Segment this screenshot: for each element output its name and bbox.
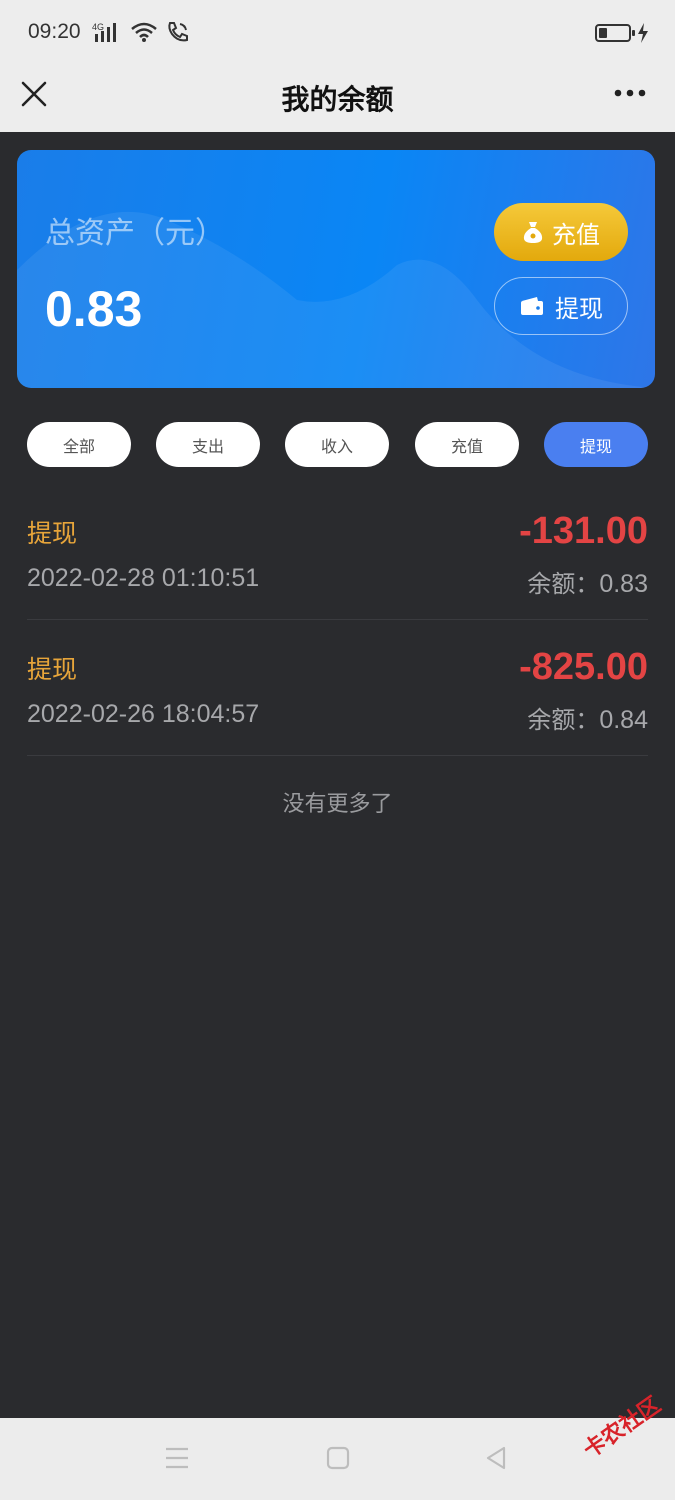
- withdraw-button[interactable]: 提现: [494, 277, 628, 335]
- wallet-icon: [521, 297, 543, 315]
- balance-label: 余额：: [527, 570, 600, 598]
- recharge-button[interactable]: 充值: [494, 203, 628, 261]
- filter-recharge[interactable]: 充值: [415, 422, 519, 467]
- asset-card: 总资产（元） 0.83 充值 提现: [17, 150, 655, 388]
- filter-all[interactable]: 全部: [27, 422, 131, 467]
- charging-icon: [638, 23, 648, 43]
- status-bar: 09:20 4G: [0, 0, 675, 66]
- balance-value: 0.83: [599, 570, 648, 598]
- filter-tabs: 全部 支出 收入 充值 提现: [27, 422, 648, 468]
- balance-label: 余额：: [527, 706, 600, 734]
- balance-value: 0.84: [599, 706, 648, 734]
- transaction-amount: -131.00: [519, 510, 648, 552]
- transaction-type: 提现: [27, 655, 78, 684]
- transaction-row[interactable]: 提现 2022-02-28 01:10:51 -131.00 余额：0.83: [27, 484, 648, 620]
- transaction-amount: -825.00: [519, 646, 648, 688]
- total-assets-label: 总资产（元）: [45, 216, 225, 251]
- card-wave-decoration: [17, 211, 655, 388]
- nav-bar: 我的余额: [0, 66, 675, 132]
- home-icon[interactable]: [326, 1446, 350, 1470]
- menu-icon[interactable]: [164, 1446, 190, 1470]
- transaction-date: 2022-02-26 18:04:57: [27, 700, 260, 728]
- signal-icon: 4G: [92, 22, 116, 42]
- filter-expense[interactable]: 支出: [156, 422, 260, 467]
- battery-icon: [595, 24, 635, 42]
- page-title: 我的余额: [281, 83, 394, 116]
- wifi-icon: [131, 22, 157, 42]
- network-type-label: 4G: [92, 22, 104, 32]
- filter-income[interactable]: 收入: [285, 422, 389, 467]
- status-icons: 4G: [92, 20, 190, 44]
- recharge-label: 充值: [552, 220, 600, 249]
- no-more-text: 没有更多了: [282, 792, 393, 817]
- call-icon: [168, 22, 188, 42]
- status-time: 09:20: [28, 20, 81, 43]
- transaction-balance: 余额：0.84: [527, 700, 648, 735]
- money-bag-icon: [523, 222, 543, 243]
- back-icon[interactable]: [484, 1446, 508, 1470]
- transaction-row[interactable]: 提现 2022-02-26 18:04:57 -825.00 余额：0.84: [27, 620, 648, 756]
- more-icon[interactable]: [613, 88, 647, 98]
- transaction-date: 2022-02-28 01:10:51: [27, 564, 260, 592]
- filter-withdraw[interactable]: 提现: [544, 422, 648, 467]
- transaction-list: 提现 2022-02-28 01:10:51 -131.00 余额：0.83 提…: [27, 484, 648, 756]
- system-nav-bar: [0, 1418, 675, 1500]
- total-assets-value: 0.83: [45, 281, 143, 337]
- transaction-balance: 余额：0.83: [527, 564, 648, 599]
- withdraw-label: 提现: [555, 294, 603, 323]
- transaction-type: 提现: [27, 519, 78, 548]
